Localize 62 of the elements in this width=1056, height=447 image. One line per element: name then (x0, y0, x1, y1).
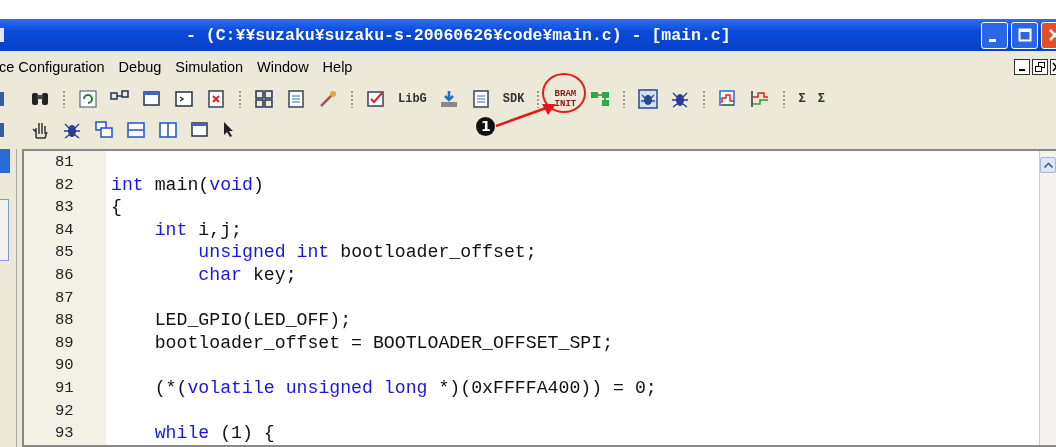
document-icon[interactable] (206, 88, 226, 109)
document-icon[interactable] (470, 88, 491, 109)
menu-item[interactable]: Simulation (175, 59, 244, 75)
maximize-icon (1017, 28, 1032, 42)
bug-icon[interactable] (638, 88, 659, 109)
line-number: 92 (54, 400, 75, 422)
code-line: int main(void) (111, 174, 264, 195)
console-icon[interactable] (174, 88, 194, 109)
waveform-icon[interactable] (750, 88, 771, 109)
line-number: 84 (54, 219, 75, 241)
code-line: char key; (197, 264, 297, 285)
toolbar-button[interactable]: Σ (817, 91, 825, 106)
toolbar-grip[interactable] (62, 89, 66, 108)
line-number: 88 (54, 310, 75, 332)
refresh-icon[interactable] (78, 88, 98, 109)
split-icon[interactable] (158, 119, 178, 140)
split-icon[interactable] (126, 119, 146, 140)
grid-icon[interactable] (254, 88, 274, 109)
line-number: 82 (54, 174, 75, 196)
line-number: 86 (54, 264, 75, 286)
code-line: (*(volatile unsigned long *)(0xFFFFA400)) = 0; (153, 377, 657, 398)
toolbar-button[interactable]: LibG (398, 91, 427, 106)
line-number: 91 (54, 377, 75, 399)
scroll-up-button[interactable] (1040, 157, 1056, 173)
menu-item[interactable]: ce Configuration (0, 59, 105, 75)
menu-item[interactable]: Debug (118, 59, 162, 75)
minimize-button[interactable] (981, 21, 1008, 49)
code-line: { (111, 197, 122, 218)
line-number: 89 (54, 332, 75, 354)
scrollbar[interactable] (1039, 151, 1056, 445)
checklist-icon[interactable] (366, 88, 386, 109)
minimize-icon (988, 39, 996, 42)
download-icon[interactable] (438, 88, 459, 109)
code-line: int i,j; (153, 219, 242, 240)
toolbar-button[interactable]: SDK (502, 91, 525, 106)
code-line: bootloader_offset = BOOTLOADER_OFFSET_SPI; (153, 332, 614, 353)
line-number: 81 (54, 152, 75, 173)
minimize-icon[interactable] (1014, 59, 1030, 75)
wand-icon[interactable] (318, 88, 338, 109)
caret-icon (1043, 162, 1053, 168)
maximize-button[interactable] (1011, 21, 1038, 49)
line-number: 85 (54, 242, 75, 264)
document-icon[interactable] (286, 88, 306, 109)
toolbar-button[interactable]: Σ (798, 91, 806, 106)
toolbar-grip[interactable] (350, 89, 354, 108)
code-line: unsigned int bootloader_offset; (197, 242, 537, 263)
line-number: 87 (54, 287, 75, 309)
cascade-icon[interactable] (94, 119, 114, 140)
toolbar-button[interactable]: BRAM INIT (552, 88, 579, 109)
line-number: 90 (54, 355, 75, 377)
window-icon[interactable] (190, 119, 210, 140)
window-title: - (C:¥¥suzaku¥suzaku-s-20060626¥code¥main.c) - [main.c] (186, 25, 732, 45)
line-number: 93 (54, 423, 75, 445)
step-number: 1 (476, 116, 496, 136)
code-line: LED_GPIO(LED_OFF); (153, 310, 352, 331)
window-icon[interactable] (142, 88, 162, 109)
toolbar-grip[interactable] (238, 89, 242, 108)
menu-item[interactable]: Help (322, 59, 353, 75)
menu-item[interactable]: Window (257, 59, 309, 75)
code-line: while (1) { (153, 423, 275, 444)
line-number: 83 (54, 197, 75, 219)
restore-icon[interactable] (1032, 59, 1048, 75)
